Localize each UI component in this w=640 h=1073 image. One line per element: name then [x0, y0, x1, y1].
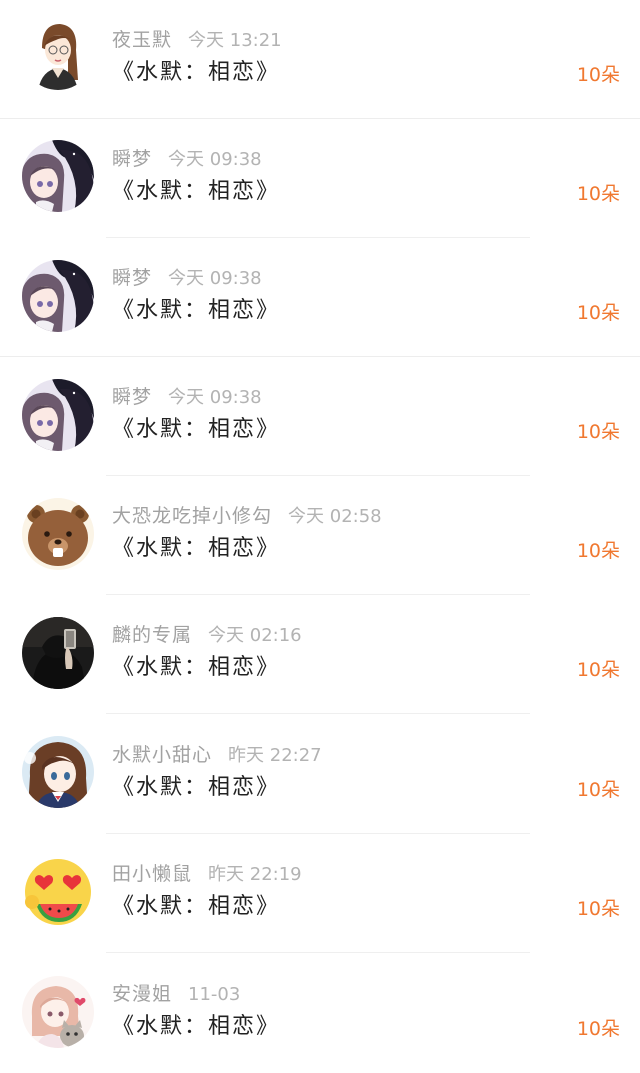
- list-item[interactable]: 水默小甜心 昨天 22:27 《水默：相恋》 10朵: [0, 715, 640, 834]
- timestamp: 今天 09:38: [168, 387, 262, 408]
- row-meta: 瞬梦 今天 09:38: [112, 385, 262, 409]
- gift-count: 10朵: [576, 659, 620, 681]
- user-name[interactable]: 田小懒鼠: [112, 863, 192, 885]
- list-item[interactable]: 瞬梦 今天 09:38 《水默：相恋》 10朵: [0, 119, 640, 238]
- gift-count: 10朵: [576, 540, 620, 562]
- avatar[interactable]: [22, 617, 94, 689]
- timestamp: 今天 09:38: [168, 268, 262, 289]
- book-title: 《水默：相恋》: [112, 775, 281, 800]
- list-item[interactable]: 瞬梦 今天 09:38 《水默：相恋》 10朵: [0, 357, 640, 476]
- anime-couple-icon: [22, 379, 94, 451]
- user-name[interactable]: 瞬梦: [112, 148, 152, 170]
- book-title: 《水默：相恋》: [112, 179, 281, 204]
- user-name[interactable]: 夜玉默: [112, 29, 172, 51]
- user-name[interactable]: 麟的专属: [112, 624, 192, 646]
- avatar[interactable]: [22, 18, 94, 90]
- list-item[interactable]: 瞬梦 今天 09:38 《水默：相恋》 10朵: [0, 238, 640, 357]
- user-name[interactable]: 安漫姐: [112, 983, 172, 1005]
- avatar[interactable]: [22, 856, 94, 928]
- list-item[interactable]: 田小懒鼠 昨天 22:19 《水默：相恋》 10朵: [0, 834, 640, 953]
- row-meta: 安漫姐 11-03: [112, 982, 240, 1006]
- timestamp: 今天 02:58: [288, 506, 382, 527]
- anime-couple-icon: [22, 260, 94, 332]
- book-title: 《水默：相恋》: [112, 655, 281, 680]
- book-title: 《水默：相恋》: [112, 894, 281, 919]
- brown-bear-icon: [22, 498, 94, 570]
- avatar[interactable]: [22, 379, 94, 451]
- gift-count: 10朵: [576, 183, 620, 205]
- heart-eyes-emoji-icon: [22, 856, 94, 928]
- user-name[interactable]: 大恐龙吃掉小修勾: [112, 505, 272, 527]
- book-title: 《水默：相恋》: [112, 536, 281, 561]
- row-meta: 瞬梦 今天 09:38: [112, 266, 262, 290]
- list-item[interactable]: 夜玉默 今天 13:21 《水默：相恋》 10朵: [0, 0, 640, 119]
- book-title: 《水默：相恋》: [112, 1014, 281, 1039]
- divider: [106, 952, 530, 953]
- avatar[interactable]: [22, 976, 94, 1048]
- timestamp: 今天 13:21: [188, 30, 282, 51]
- timestamp: 11-03: [188, 984, 241, 1005]
- book-title: 《水默：相恋》: [112, 417, 281, 442]
- user-name[interactable]: 瞬梦: [112, 267, 152, 289]
- anime-couple-icon: [22, 140, 94, 212]
- avatar[interactable]: [22, 736, 94, 808]
- timestamp: 昨天 22:27: [228, 745, 322, 766]
- avatar[interactable]: [22, 260, 94, 332]
- gift-count: 10朵: [576, 421, 620, 443]
- list-item[interactable]: 大恐龙吃掉小修勾 今天 02:58 《水默：相恋》 10朵: [0, 476, 640, 595]
- book-title: 《水默：相恋》: [112, 60, 281, 85]
- gift-count: 10朵: [576, 898, 620, 920]
- user-name[interactable]: 瞬梦: [112, 386, 152, 408]
- divider: [106, 713, 530, 714]
- anime-girl-cat-icon: [22, 976, 94, 1048]
- list-item[interactable]: 安漫姐 11-03 《水默：相恋》 10朵: [0, 954, 640, 1073]
- user-name[interactable]: 水默小甜心: [112, 744, 212, 766]
- timestamp: 昨天 22:19: [208, 864, 302, 885]
- row-meta: 麟的专属 今天 02:16: [112, 623, 302, 647]
- timestamp: 今天 02:16: [208, 625, 302, 646]
- row-meta: 水默小甜心 昨天 22:27: [112, 743, 322, 767]
- girl-sketch-icon: [22, 18, 94, 90]
- anime-schoolgirl-icon: [22, 736, 94, 808]
- gift-count: 10朵: [576, 302, 620, 324]
- gift-count: 10朵: [576, 64, 620, 86]
- row-meta: 夜玉默 今天 13:21: [112, 28, 282, 52]
- row-meta: 瞬梦 今天 09:38: [112, 147, 262, 171]
- row-meta: 大恐龙吃掉小修勾 今天 02:58: [112, 504, 382, 528]
- avatar[interactable]: [22, 140, 94, 212]
- gift-record-list: 夜玉默今天 13:21 《水默：相恋》 10朵 瞬梦今天 09:38 《水默: [0, 0, 640, 1073]
- gift-count: 10朵: [576, 779, 620, 801]
- row-meta: 田小懒鼠 昨天 22:19: [112, 862, 302, 886]
- dark-selfie-icon: [22, 617, 94, 689]
- book-title: 《水默：相恋》: [112, 298, 281, 323]
- list-item[interactable]: 麟的专属 今天 02:16 《水默：相恋》 10朵: [0, 595, 640, 714]
- timestamp: 今天 09:38: [168, 149, 262, 170]
- avatar[interactable]: [22, 498, 94, 570]
- gift-count: 10朵: [576, 1018, 620, 1040]
